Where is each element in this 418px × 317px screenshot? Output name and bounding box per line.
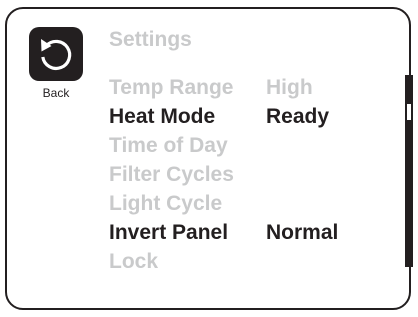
menu-item-label: Filter Cycles	[109, 163, 234, 186]
menu-item-filter-cycles: Filter Cycles	[109, 160, 399, 189]
menu-item-value: Normal	[266, 221, 339, 244]
menu-item-heat-mode[interactable]: Heat Mode Ready	[109, 102, 399, 131]
menu-item-label: Lock	[109, 250, 159, 273]
menu-item-label: Light Cycle	[109, 192, 223, 215]
back-arrow-icon	[41, 39, 72, 71]
menu-item-value: High	[266, 76, 313, 99]
menu-item-temp-range: Temp Range High	[109, 73, 399, 102]
menu-item-value: Ready	[266, 105, 330, 128]
menu-item-invert-panel[interactable]: Invert Panel Normal	[109, 218, 399, 247]
menu-item-label: Invert Panel	[109, 221, 229, 244]
back-button[interactable]	[29, 27, 83, 81]
menu-item-label: Temp Range	[109, 76, 234, 99]
page-title: Settings	[109, 28, 192, 51]
scroll-thumb[interactable]	[407, 104, 411, 120]
menu-item-label: Time of Day	[109, 134, 228, 157]
back-label: Back	[42, 86, 70, 100]
menu-item-lock: Lock	[109, 247, 399, 276]
settings-menu: Temp Range High Heat Mode Ready Time of …	[109, 73, 399, 276]
menu-item-label: Heat Mode	[109, 105, 216, 128]
display-screen: Back Settings Temp Range High Heat Mode …	[5, 7, 413, 310]
scrollbar[interactable]	[405, 75, 413, 267]
menu-item-light-cycle: Light Cycle	[109, 189, 399, 218]
menu-item-time-of-day: Time of Day	[109, 131, 399, 160]
